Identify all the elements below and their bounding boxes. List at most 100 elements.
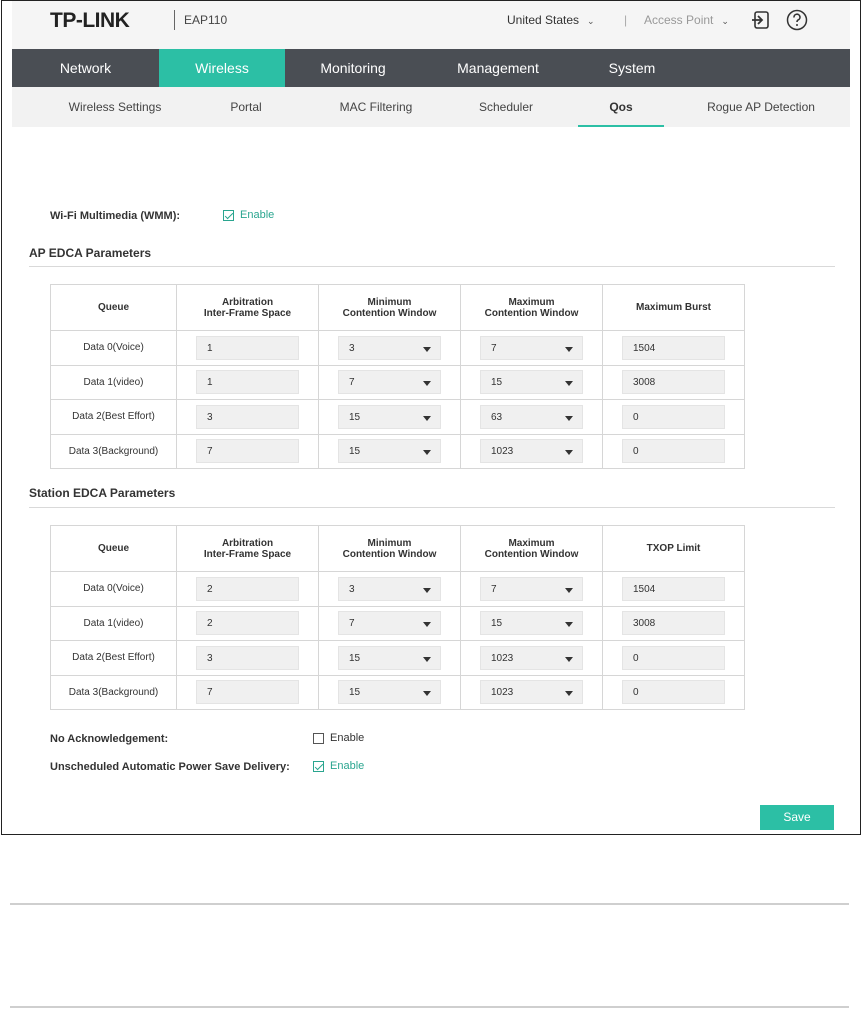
- txop-limit-input[interactable]: 1504: [622, 576, 725, 601]
- queue-name: Data 2(Best Effort): [50, 640, 177, 676]
- cwmax-select[interactable]: 7: [480, 335, 583, 360]
- col-queue: Queue: [50, 525, 177, 572]
- checkbox-checked-icon[interactable]: [223, 209, 234, 221]
- aifs-input[interactable]: 2: [196, 611, 299, 636]
- max-burst-input[interactable]: 0: [622, 404, 725, 429]
- aifs-input[interactable]: 1: [196, 370, 299, 395]
- dropdown-caret-icon: [423, 691, 431, 697]
- subtab-mac-filtering[interactable]: MAC Filtering: [328, 87, 424, 127]
- cwmin-select[interactable]: 15: [338, 404, 441, 429]
- station-edca-table: Queue Arbitration Inter-Frame Space Mini…: [50, 525, 745, 710]
- save-button[interactable]: Save: [760, 805, 834, 830]
- dropdown-caret-icon: [423, 415, 431, 421]
- subtab-qos[interactable]: Qos: [578, 87, 664, 127]
- tab-system[interactable]: System: [575, 49, 689, 87]
- dropdown-caret-icon: [565, 622, 573, 628]
- cwmax-select[interactable]: 15: [480, 611, 583, 636]
- col-cwmax: Maximum Contention Window: [460, 284, 603, 331]
- cwmax-value: 63: [491, 411, 503, 423]
- aifs-input[interactable]: 7: [196, 680, 299, 705]
- cwmin-value: 7: [349, 618, 355, 630]
- sub-nav: Wireless Settings Portal MAC Filtering S…: [12, 87, 850, 127]
- dropdown-caret-icon: [423, 622, 431, 628]
- mode-value: Access Point: [644, 13, 714, 27]
- queue-name: Data 2(Best Effort): [50, 399, 177, 435]
- header-divider: |: [624, 13, 628, 27]
- cwmin-select[interactable]: 7: [338, 611, 441, 636]
- txop-limit-input[interactable]: 0: [622, 645, 725, 670]
- col-aifs: Arbitration Inter-Frame Space: [176, 284, 319, 331]
- cwmin-select[interactable]: 3: [338, 576, 441, 601]
- cwmin-select[interactable]: 7: [338, 370, 441, 395]
- cwmax-select[interactable]: 1023: [480, 645, 583, 670]
- help-icon[interactable]: [786, 9, 808, 31]
- page-divider: [10, 1006, 849, 1008]
- wmm-enable-checkbox[interactable]: Enable: [223, 209, 274, 221]
- uapsd-label: Unscheduled Automatic Power Save Deliver…: [50, 761, 290, 773]
- subtab-wireless-settings[interactable]: Wireless Settings: [52, 87, 178, 127]
- aifs-input[interactable]: 3: [196, 404, 299, 429]
- station-edca-title: Station EDCA Parameters: [29, 486, 176, 500]
- tab-wireless[interactable]: Wireless: [159, 49, 285, 87]
- tab-management[interactable]: Management: [421, 49, 575, 87]
- tab-network[interactable]: Network: [12, 49, 159, 87]
- cwmin-select[interactable]: 3: [338, 335, 441, 360]
- col-aifs: Arbitration Inter-Frame Space: [176, 525, 319, 572]
- cwmax-select[interactable]: 1023: [480, 680, 583, 705]
- subtab-scheduler[interactable]: Scheduler: [464, 87, 548, 127]
- mode-select[interactable]: Access Point ⌄: [644, 13, 729, 27]
- table-row: Data 0(Voice) 2 3 7 1504: [50, 571, 745, 607]
- max-burst-input[interactable]: 3008: [622, 370, 725, 395]
- cwmin-select[interactable]: 15: [338, 680, 441, 705]
- region-select[interactable]: United States ⌄: [507, 13, 595, 27]
- queue-name: Data 0(Voice): [50, 571, 177, 607]
- ap-edca-table: Queue Arbitration Inter-Frame Space Mini…: [50, 284, 745, 469]
- txop-limit-input[interactable]: 3008: [622, 611, 725, 636]
- dropdown-caret-icon: [565, 450, 573, 456]
- col-txop-limit: TXOP Limit: [602, 525, 745, 572]
- max-burst-input[interactable]: 1504: [622, 335, 725, 360]
- col-cwmax: Maximum Contention Window: [460, 525, 603, 572]
- ap-edca-title: AP EDCA Parameters: [29, 246, 152, 260]
- cwmax-value: 1023: [491, 446, 514, 458]
- model-name: EAP110: [184, 13, 228, 27]
- cwmax-select[interactable]: 15: [480, 370, 583, 395]
- aifs-input[interactable]: 3: [196, 645, 299, 670]
- aifs-input[interactable]: 7: [196, 439, 299, 464]
- table-row: Data 1(video) 2 7 15 3008: [50, 605, 745, 641]
- no-ack-checkbox[interactable]: Enable: [313, 732, 364, 744]
- cwmax-value: 15: [491, 377, 503, 389]
- tab-monitoring[interactable]: Monitoring: [285, 49, 421, 87]
- app-window: TP-LINK EAP110 United States ⌄ | Access P…: [1, 0, 861, 835]
- region-value: United States: [507, 13, 580, 27]
- queue-name: Data 3(Background): [50, 674, 177, 710]
- logo-divider: [174, 10, 175, 30]
- subtab-rogue-ap-detection[interactable]: Rogue AP Detection: [694, 87, 828, 127]
- col-cwmin: Minimum Contention Window: [318, 525, 461, 572]
- cwmin-select[interactable]: 15: [338, 439, 441, 464]
- checkbox-checked-icon[interactable]: [313, 760, 324, 772]
- subtab-portal[interactable]: Portal: [208, 87, 284, 127]
- cwmax-value: 1023: [491, 687, 514, 699]
- ap-edca-divider: [29, 266, 835, 267]
- queue-name: Data 3(Background): [50, 433, 177, 469]
- cwmax-select[interactable]: 63: [480, 404, 583, 429]
- max-burst-input[interactable]: 0: [622, 439, 725, 464]
- cwmin-value: 15: [349, 411, 361, 423]
- dropdown-caret-icon: [565, 691, 573, 697]
- dropdown-caret-icon: [565, 346, 573, 352]
- logout-icon[interactable]: [750, 9, 772, 31]
- main-nav: Network Wireless Monitoring Management S…: [12, 49, 850, 87]
- cwmax-value: 1023: [491, 652, 514, 664]
- aifs-input[interactable]: 1: [196, 335, 299, 360]
- table-row: Data 3(Background) 7 15 1023 0: [50, 433, 745, 469]
- cwmax-select[interactable]: 1023: [480, 439, 583, 464]
- aifs-input[interactable]: 2: [196, 576, 299, 601]
- uapsd-checkbox[interactable]: Enable: [313, 760, 364, 772]
- cwmin-select[interactable]: 15: [338, 645, 441, 670]
- checkbox-unchecked-icon[interactable]: [313, 732, 324, 744]
- cwmax-value: 7: [491, 583, 497, 595]
- cwmax-select[interactable]: 7: [480, 576, 583, 601]
- queue-name: Data 0(Voice): [50, 330, 177, 366]
- txop-limit-input[interactable]: 0: [622, 680, 725, 705]
